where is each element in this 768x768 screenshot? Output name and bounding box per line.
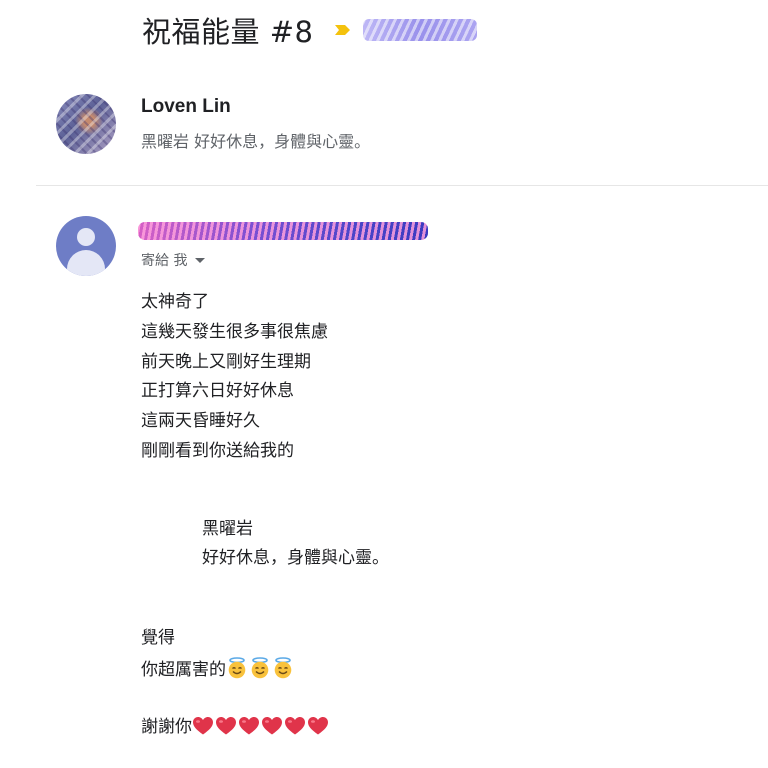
halo-emoji-row xyxy=(226,657,295,680)
message-collapsed[interactable]: Loven Lin 黑曜岩 好好休息，身體與心靈。 xyxy=(0,88,768,172)
closing-line: 覺得 xyxy=(141,628,175,648)
red-heart-emoji xyxy=(308,717,328,735)
body-line: 正打算六日好好休息 xyxy=(141,381,294,401)
closing-text: 你超厲害的 xyxy=(141,660,226,680)
thanks-text: 謝謝你 xyxy=(141,717,192,737)
caret-down-icon[interactable] xyxy=(195,257,206,263)
message-snippet: 黑曜岩 好好休息，身體與心靈。 xyxy=(141,132,371,151)
redacted-sender-address[interactable] xyxy=(138,222,428,240)
recipient-details-toggle[interactable]: 寄給 我 xyxy=(141,250,206,270)
red-heart-emoji xyxy=(239,717,259,735)
red-heart-emoji xyxy=(262,717,282,735)
body-line: 太神奇了 xyxy=(141,292,209,312)
thanks-line: 謝謝你 xyxy=(141,716,330,738)
red-heart-emoji xyxy=(285,717,305,735)
closing-line-with-emoji: 你超厲害的 xyxy=(141,657,295,681)
body-line: 剛剛看到你送給我的 xyxy=(141,441,294,461)
person-icon-body xyxy=(67,250,105,276)
red-heart-emoji xyxy=(216,717,236,735)
sender-avatar-default[interactable] xyxy=(56,216,116,276)
red-heart-emoji xyxy=(193,717,213,735)
body-line: 前天晚上又剛好生理期 xyxy=(141,352,311,372)
quote-line: 黑曜岩 xyxy=(202,519,253,539)
quote-line: 好好休息，身體與心靈。 xyxy=(202,548,389,568)
halo-smile-emoji xyxy=(228,657,246,679)
heart-emoji-row xyxy=(192,717,330,737)
body-line: 這幾天發生很多事很焦慮 xyxy=(141,322,328,342)
message-divider xyxy=(36,185,768,186)
email-subject: 祝福能量 #8 xyxy=(142,15,314,49)
halo-smile-emoji xyxy=(274,657,292,679)
label-arrow-icon[interactable] xyxy=(333,20,353,40)
subject-header: 祝福能量 #8 xyxy=(142,8,478,52)
redacted-label-chip[interactable] xyxy=(363,19,478,41)
halo-smile-emoji xyxy=(251,657,269,679)
to-line: 寄給 我 xyxy=(141,253,188,269)
sender-avatar[interactable] xyxy=(56,94,116,154)
sender-name[interactable]: Loven Lin xyxy=(141,96,231,118)
email-thread-view: 祝福能量 #8 Loven Lin 黑曜岩 好好休息，身體與心靈。 寄給 我 太… xyxy=(0,0,768,768)
person-icon-head xyxy=(77,228,95,246)
body-line: 這兩天昏睡好久 xyxy=(141,411,260,431)
